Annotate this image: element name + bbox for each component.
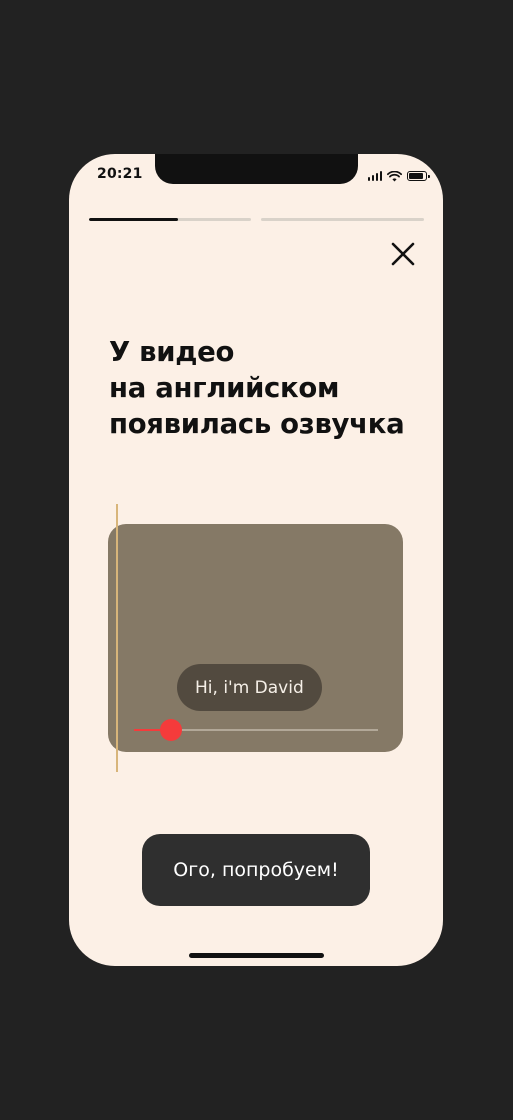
timeline-marker [116, 504, 118, 772]
wifi-icon [387, 170, 402, 181]
cellular-signal-icon [367, 171, 382, 181]
story-progress-1-fill [89, 218, 179, 221]
story-progress-2 [261, 218, 424, 221]
seek-bar[interactable] [134, 719, 378, 741]
story-progress-1 [89, 218, 251, 221]
video-preview: Hi, i'm David [108, 524, 403, 752]
subtitle-bubble: Hi, i'm David [177, 664, 322, 711]
close-button[interactable] [387, 238, 419, 270]
close-icon [391, 242, 415, 266]
headline-line-1: У видео [109, 336, 235, 368]
notch [155, 154, 358, 184]
phone-screen: 20:21 У видео на английском появилась оз… [69, 154, 443, 966]
seek-thumb[interactable] [159, 719, 182, 741]
headline-line-2: на английском [109, 372, 340, 404]
headline: У видео на английском появилась озвучка [109, 334, 429, 442]
battery-icon [407, 171, 430, 181]
battery-level [409, 173, 424, 179]
headline-line-3: появилась озвучка [109, 408, 405, 440]
home-indicator [189, 953, 324, 958]
status-time: 20:21 [97, 166, 143, 182]
status-icons [367, 170, 430, 182]
try-it-button[interactable]: Ого, попробуем! [142, 834, 370, 906]
